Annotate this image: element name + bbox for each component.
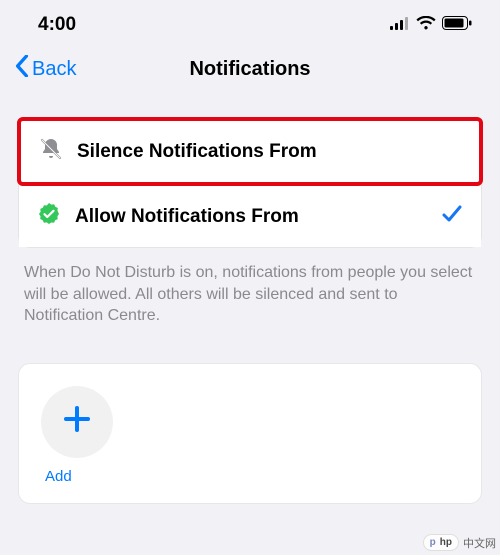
plus-icon: [62, 404, 92, 439]
content: Silence Notifications From Allow Notific…: [0, 100, 500, 504]
wifi-icon: [416, 14, 436, 36]
people-card: Add: [18, 363, 482, 504]
add-person-button[interactable]: [41, 386, 113, 458]
status-indicators: [390, 14, 472, 36]
bell-silenced-icon: [39, 137, 63, 166]
notification-mode-card: Silence Notifications From Allow Notific…: [18, 118, 482, 248]
nav-bar: Back Notifications: [0, 44, 500, 100]
status-time: 4:00: [38, 14, 76, 36]
section-footer-text: When Do Not Disturb is on, notifications…: [18, 248, 482, 327]
verified-badge-icon: [37, 202, 61, 231]
allow-label: Allow Notifications From: [75, 206, 427, 228]
cellular-icon: [390, 14, 410, 36]
silence-notifications-row[interactable]: Silence Notifications From: [17, 117, 483, 186]
watermark-php-icon: php: [423, 534, 459, 551]
status-bar: 4:00: [0, 0, 500, 44]
silence-label: Silence Notifications From: [77, 141, 461, 163]
back-button[interactable]: Back: [14, 55, 76, 83]
battery-icon: [442, 14, 472, 36]
watermark-text: 中文网: [463, 535, 496, 551]
watermark: php 中文网: [423, 534, 496, 551]
chevron-left-icon: [14, 55, 30, 83]
checkmark-icon: [441, 203, 463, 230]
allow-notifications-row[interactable]: Allow Notifications From: [19, 186, 481, 247]
back-label: Back: [32, 58, 76, 81]
add-label: Add: [45, 468, 459, 485]
